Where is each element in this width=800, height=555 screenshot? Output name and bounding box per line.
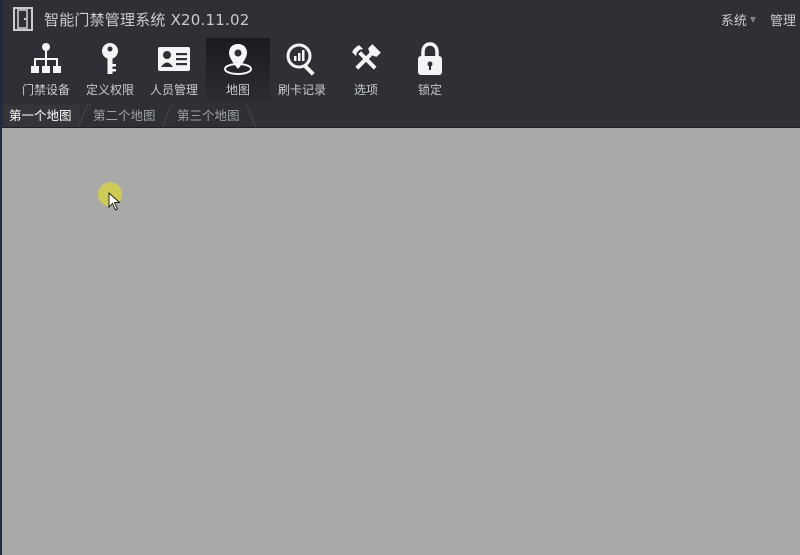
map-tabstrip: 第一个地图 第二个地图 第三个地图 [2, 100, 800, 128]
id-card-icon [158, 47, 190, 71]
tab-separator [246, 104, 257, 128]
tab-map-2-label: 第二个地图 [93, 108, 156, 123]
menu-system-label: 系统 [720, 14, 747, 29]
toolbar-permissions-button[interactable]: 定义权限 [78, 38, 142, 100]
toolbar-personnel-button[interactable]: 人员管理 [142, 38, 206, 100]
toolbar-map-button[interactable]: 地图 [206, 38, 270, 100]
app-window: 智能门禁管理系统 X20.11.02 系统 ▼ 管理 门禁设备 定义权限 人员管… [0, 0, 800, 555]
lock-icon [418, 42, 442, 75]
tools-icon [352, 44, 381, 70]
mouse-cursor-icon [108, 192, 121, 211]
toolbar-lock-label: 锁定 [417, 83, 442, 97]
toolbar-door-devices-label: 门禁设备 [21, 83, 70, 97]
tab-map-2[interactable]: 第二个地图 [88, 105, 166, 127]
toolbar-options-button[interactable]: 选项 [334, 38, 398, 100]
tab-map-1[interactable]: 第一个地图 [4, 105, 80, 127]
tab-map-3[interactable]: 第三个地图 [172, 105, 250, 127]
tab-map-3-label: 第三个地图 [177, 108, 240, 123]
toolbar-card-records-button[interactable]: 刷卡记录 [270, 38, 334, 100]
map-canvas[interactable] [2, 128, 800, 555]
app-title: 智能门禁管理系统 X20.11.02 [44, 11, 250, 29]
main-toolbar: 门禁设备 定义权限 人员管理 地图 刷卡记录 选项 锁定 [2, 38, 800, 100]
toolbar-options-label: 选项 [353, 83, 378, 97]
menu-system[interactable]: 系统 ▼ [717, 10, 766, 29]
door-icon [13, 7, 33, 31]
title-bar: 智能门禁管理系统 X20.11.02 系统 ▼ 管理 [2, 0, 800, 38]
key-icon [102, 43, 118, 74]
toolbar-door-devices-button[interactable]: 门禁设备 [14, 38, 78, 100]
chevron-down-icon: ▼ [749, 15, 756, 24]
map-pin-icon [224, 44, 252, 75]
toolbar-map-label: 地图 [225, 83, 250, 97]
tab-map-1-label: 第一个地图 [9, 108, 72, 123]
title-menu: 系统 ▼ 管理 [717, 10, 800, 29]
toolbar-permissions-label: 定义权限 [85, 83, 134, 97]
menu-manage-label: 管理 [769, 14, 796, 29]
menu-manage[interactable]: 管理 [766, 10, 800, 29]
network-tree-icon [31, 43, 61, 73]
toolbar-personnel-label: 人员管理 [149, 83, 198, 97]
toolbar-card-records-label: 刷卡记录 [277, 83, 326, 97]
search-chart-icon [286, 43, 315, 76]
toolbar-lock-button[interactable]: 锁定 [398, 38, 462, 100]
